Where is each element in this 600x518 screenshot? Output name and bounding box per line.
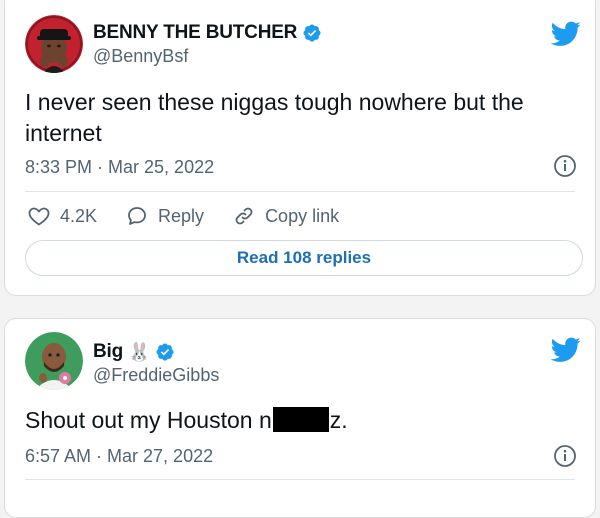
twitter-bird-icon[interactable] [550, 337, 581, 363]
author-name-row: BENNY THE BUTCHER [93, 22, 322, 44]
author-handle[interactable]: @FreddieGibbs [93, 365, 219, 386]
info-icon[interactable] [553, 154, 577, 178]
verified-badge-icon [155, 342, 175, 362]
tweet-actions: 4.2K Reply Copy link [27, 204, 367, 228]
rabbit-emoji: 🐰 [128, 341, 151, 362]
author-name-row: Big 🐰 [93, 341, 175, 363]
divider [25, 191, 575, 192]
reply-button[interactable]: Reply [125, 204, 204, 228]
copy-link-button[interactable]: Copy link [232, 204, 339, 228]
like-count: 4.2K [60, 205, 98, 226]
avatar[interactable] [25, 332, 83, 390]
author-handle[interactable]: @BennyBsf [93, 46, 188, 67]
info-icon[interactable] [553, 444, 577, 468]
avatar[interactable] [25, 15, 83, 73]
tweet-text: I never seen these niggas tough nowhere … [25, 89, 524, 146]
link-icon [235, 207, 253, 225]
tweet-card[interactable]: BENNY THE BUTCHER @BennyBsf I never seen… [4, 0, 596, 296]
divider [25, 479, 575, 480]
copy-link-label: Copy link [265, 205, 340, 226]
heart-icon [28, 207, 50, 226]
redaction-bar [272, 407, 329, 432]
reply-label: Reply [158, 205, 205, 226]
author-name[interactable]: BENNY THE BUTCHER [93, 22, 297, 44]
tweet-text-start: Shout out my Houston n [25, 407, 272, 433]
author-name[interactable]: Big [93, 341, 123, 363]
twitter-bird-icon[interactable] [550, 21, 581, 47]
verified-badge-icon [302, 23, 322, 43]
tweet-timestamp[interactable]: 6:57 AM · Mar 27, 2022 [25, 446, 213, 467]
tweet-card[interactable]: Big 🐰 @FreddieGibbs Shout out my Houston… [4, 318, 596, 518]
tweet-timestamp[interactable]: 8:33 PM · Mar 25, 2022 [25, 157, 214, 178]
tweet-text: Shout out my Houston n z. [25, 405, 570, 436]
read-replies-button[interactable]: Read 108 replies [25, 240, 583, 276]
reply-bubble-icon [128, 207, 146, 225]
tweet-text-end: z. [329, 407, 348, 433]
like-button[interactable]: 4.2K [27, 204, 97, 228]
